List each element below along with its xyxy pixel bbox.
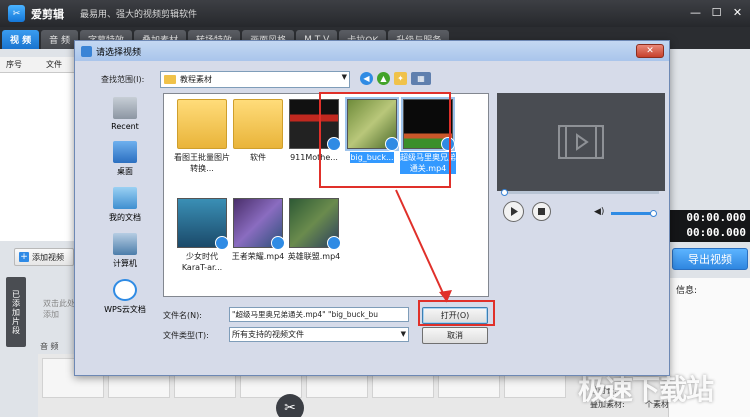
timecode-current: 00:00.000: [686, 211, 746, 224]
audio-track-label: 音 频: [40, 342, 59, 351]
volume-slider[interactable]: [611, 210, 657, 217]
file-type-select[interactable]: 所有支持的视频文件 ▼: [229, 327, 409, 342]
recent-icon: [113, 97, 137, 119]
open-button-highlight: [418, 300, 495, 326]
look-in-label: 查找范围(I):: [101, 75, 145, 84]
column-index: 序号: [6, 60, 22, 69]
dialog-app-icon: [81, 45, 92, 57]
cloud-icon: [113, 279, 137, 301]
tab-video[interactable]: 视 频: [2, 30, 40, 49]
place-wps-cloud-label: WPS云文档: [104, 305, 146, 314]
select-video-dialog: 请选择视频 ✕ 查找范围(I): 教程素材 ▼ ◀ ▲ ✦ ▦ Recent 桌…: [74, 40, 670, 376]
drop-hint: 双击此处添加: [43, 299, 75, 319]
seek-bar[interactable]: [501, 189, 659, 196]
file-name: 王者荣耀.mp4: [231, 252, 285, 261]
video-list[interactable]: [0, 73, 78, 241]
dialog-titlebar: 请选择视频 ✕: [75, 41, 669, 61]
file-item[interactable]: 王者荣耀.mp4: [230, 198, 286, 262]
place-documents-label: 我的文档: [109, 213, 141, 222]
place-recent-label: Recent: [111, 122, 139, 131]
place-computer-label: 计算机: [113, 259, 137, 268]
folder-icon: [233, 99, 283, 149]
selected-files-highlight: [319, 92, 451, 188]
place-desktop[interactable]: 桌面: [87, 141, 163, 177]
timecode-display: 00:00.000 00:00.000: [668, 210, 750, 242]
place-recent[interactable]: Recent: [87, 97, 163, 131]
file-item[interactable]: 看图王批量图片转换...: [174, 99, 230, 174]
file-name-input[interactable]: "超级马里奥兄弟通关.mp4" "big_buck_bu: [229, 307, 409, 322]
added-clips-tab[interactable]: 已添加片段: [6, 277, 26, 347]
info-title: 信息:: [676, 286, 698, 296]
app-slogan: 最易用、强大的视频剪辑软件: [80, 10, 198, 20]
file-name: 英雄联盟.mp4: [287, 252, 341, 261]
place-wps-cloud[interactable]: WPS云文档: [87, 279, 163, 315]
folder-icon: [164, 75, 176, 84]
view-menu-icon[interactable]: ▦: [411, 72, 431, 85]
cancel-button[interactable]: 取消: [422, 327, 488, 344]
dialog-title: 请选择视频: [96, 47, 142, 58]
add-video-button[interactable]: + 添加视频: [14, 248, 74, 266]
maximize-icon[interactable]: ☐: [708, 4, 725, 21]
video-badge-icon: [215, 236, 229, 250]
play-button[interactable]: [503, 201, 524, 222]
stop-icon: [538, 208, 545, 215]
chevron-down-icon: ▼: [400, 330, 406, 338]
video-thumbnail: [233, 198, 285, 250]
app-titlebar: ✂ 爱剪辑 最易用、强大的视频剪辑软件 — ☐ ✕: [0, 0, 750, 27]
look-in-combo[interactable]: 教程素材 ▼: [160, 71, 350, 88]
film-icon: [558, 125, 604, 159]
computer-icon: [113, 233, 137, 255]
file-name: 软件: [250, 153, 266, 162]
file-name-label: 文件名(N):: [163, 311, 202, 320]
video-badge-icon: [271, 236, 285, 250]
app-name: 爱剪辑: [31, 7, 64, 21]
video-thumbnail: [289, 198, 341, 250]
close-icon[interactable]: ✕: [729, 4, 746, 21]
seek-handle[interactable]: [501, 189, 508, 196]
volume-icon[interactable]: ◀): [594, 207, 604, 217]
places-bar: Recent 桌面 我的文档 计算机 WPS云文档: [87, 93, 163, 315]
back-icon[interactable]: ◀: [360, 72, 373, 85]
export-video-button[interactable]: 导出视频: [672, 248, 748, 270]
video-list-header: 序号 文件: [0, 57, 78, 73]
file-item[interactable]: 英雄联盟.mp4: [286, 198, 342, 262]
add-video-label: 添加视频: [32, 252, 64, 262]
place-computer[interactable]: 计算机: [87, 233, 163, 269]
volume-handle[interactable]: [650, 210, 657, 217]
file-name: 少女时代KaraT-ar...: [181, 252, 223, 272]
desktop-icon: [113, 141, 137, 163]
app-logo-icon: ✂: [8, 5, 25, 22]
dialog-nav-toolbar: ◀ ▲ ✦ ▦: [360, 72, 431, 85]
file-name: 看图王批量图片转换...: [174, 153, 230, 173]
place-desktop-label: 桌面: [117, 167, 133, 176]
new-folder-icon[interactable]: ✦: [394, 72, 407, 85]
video-preview: [497, 93, 665, 191]
chevron-down-icon: ▼: [341, 73, 347, 81]
plus-icon: +: [19, 252, 29, 262]
folder-icon: [177, 99, 227, 149]
dialog-close-button[interactable]: ✕: [636, 44, 664, 58]
scissors-icon[interactable]: ✂: [276, 394, 304, 417]
minimize-icon[interactable]: —: [687, 4, 704, 21]
documents-icon: [113, 187, 137, 209]
play-icon: [511, 207, 518, 216]
file-item[interactable]: 软件: [230, 99, 286, 163]
video-thumbnail: [177, 198, 229, 250]
file-type-value: 所有支持的视频文件: [232, 330, 304, 339]
window-controls: — ☐ ✕: [687, 4, 746, 21]
stop-button[interactable]: [532, 202, 551, 221]
place-documents[interactable]: 我的文档: [87, 187, 163, 223]
timecode-total: 00:00.000: [686, 226, 746, 239]
tab-audio[interactable]: 音 频: [41, 30, 79, 49]
look-in-value: 教程素材: [180, 75, 212, 84]
file-type-label: 文件类型(T):: [163, 331, 209, 340]
file-item[interactable]: 少女时代KaraT-ar...: [174, 198, 230, 273]
up-folder-icon[interactable]: ▲: [377, 72, 390, 85]
column-file: 文件: [46, 60, 62, 69]
video-badge-icon: [327, 236, 341, 250]
